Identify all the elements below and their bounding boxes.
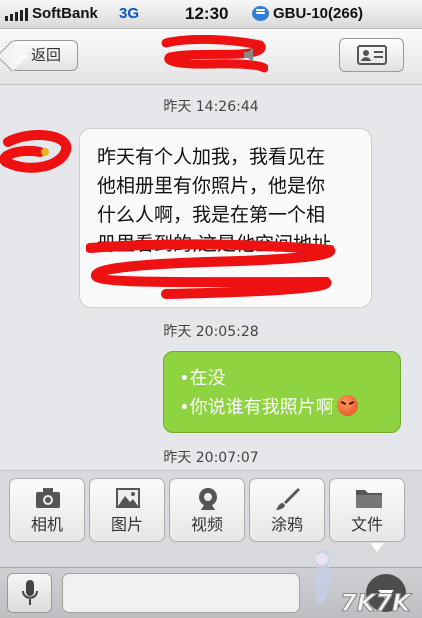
redacted-url [86, 239, 336, 299]
signal-strength-icon [5, 7, 28, 21]
watermark-logo: 7K7K [314, 549, 413, 617]
brush-icon [276, 488, 300, 510]
profile-card-button[interactable] [339, 38, 404, 72]
message-line: 什么人啊，我是在第一个相 [97, 204, 326, 226]
doodle-label: 涂鸦 [270, 515, 303, 534]
webcam-icon [199, 488, 217, 510]
svg-text:7K7K: 7K7K [340, 589, 413, 617]
speaker-icon [244, 48, 253, 62]
message-input[interactable] [62, 573, 300, 613]
image-icon [116, 488, 140, 508]
image-button[interactable]: 图片 [89, 478, 165, 542]
message-timestamp: 昨天 20:07:07 [163, 450, 259, 466]
file-button[interactable]: 文件 [329, 478, 405, 542]
microphone-icon [22, 580, 38, 605]
message-line: 他相册里有你照片，他是你 [97, 175, 326, 197]
back-button-label: 返回 [31, 46, 62, 64]
camera-label: 相机 [30, 515, 63, 534]
camera-icon [36, 488, 60, 508]
carrier-name: SoftBank [32, 5, 98, 22]
voice-button[interactable] [7, 573, 52, 613]
status-bar: SoftBank 3G 12:30 GBU-10(266) [0, 0, 422, 29]
camera-button[interactable]: 相机 [9, 478, 85, 542]
message-line: •你说谁有我照片啊 [179, 397, 334, 418]
redacted-avatar [0, 130, 72, 173]
back-button[interactable]: 返回 [10, 40, 78, 71]
angry-face-icon [336, 395, 358, 416]
outgoing-message-bubble[interactable]: •在没 •你说谁有我照片啊 [163, 351, 401, 433]
doodle-button[interactable]: 涂鸦 [249, 478, 325, 542]
message-timestamp: 昨天 20:05:28 [163, 324, 259, 340]
folder-icon [356, 490, 382, 508]
image-label: 图片 [110, 515, 143, 534]
navigation-bar: 返回 [0, 29, 422, 85]
notification-text: GBU-10(266) [273, 5, 364, 22]
message-line: •在没 [179, 368, 226, 389]
clock: 12:30 [185, 4, 229, 23]
video-label: 视频 [190, 515, 223, 534]
network-type: 3G [119, 5, 140, 22]
profile-card-icon [357, 45, 387, 65]
message-line: 昨天有个人加我，我看见在 [97, 146, 326, 168]
file-label: 文件 [350, 515, 383, 534]
qq-notification-icon [252, 6, 269, 21]
message-timestamp: 昨天 14:26:44 [163, 99, 259, 115]
video-button[interactable]: 视频 [169, 478, 245, 542]
